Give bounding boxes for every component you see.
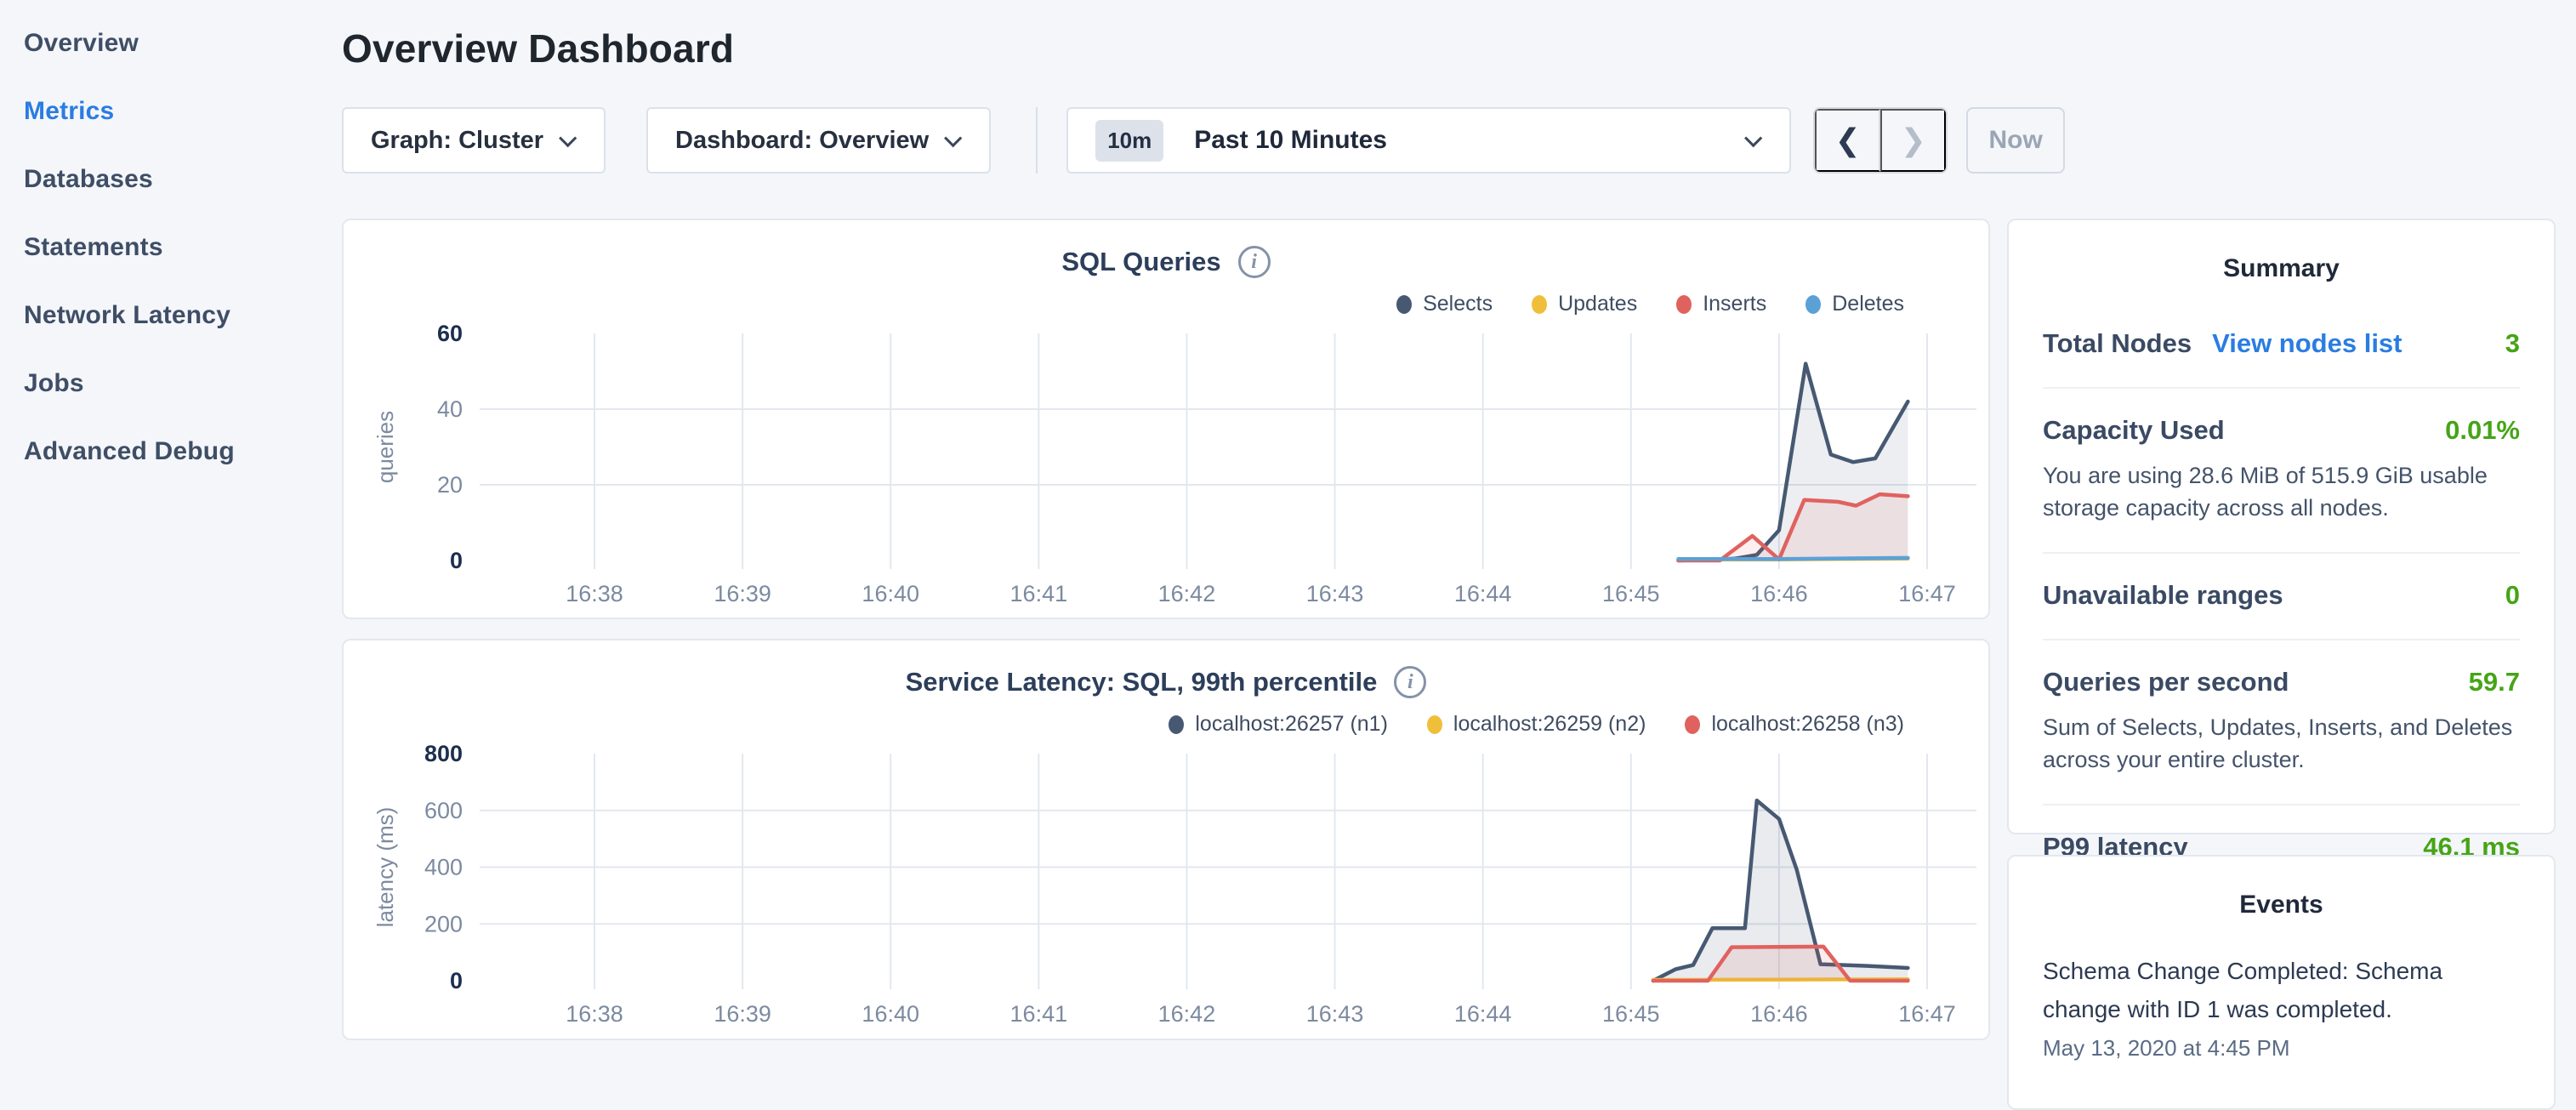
sidebar: OverviewMetricsDatabasesStatementsNetwor…	[0, 0, 342, 1051]
summary-row: Capacity Used 0.01% You are using 28.6 MiB…	[2043, 389, 2520, 554]
svg-text:16:41: 16:41	[1010, 1001, 1068, 1027]
svg-text:16:44: 16:44	[1454, 581, 1512, 606]
svg-text:queries: queries	[372, 411, 398, 483]
now-button[interactable]: Now	[1966, 107, 2065, 174]
svg-text:16:45: 16:45	[1602, 1001, 1660, 1027]
summary-heading: Summary	[2043, 220, 2520, 283]
sidebar-item-jobs[interactable]: Jobs	[0, 350, 342, 418]
chevron-down-icon	[944, 129, 962, 147]
sidebar-item-statements[interactable]: Statements	[0, 213, 342, 282]
event-timestamp: May 13, 2020 at 4:45 PM	[2043, 1035, 2520, 1062]
time-range-selector[interactable]: 10m Past 10 Minutes	[1066, 107, 1791, 174]
svg-text:16:47: 16:47	[1898, 1001, 1956, 1027]
svg-text:16:43: 16:43	[1306, 1001, 1364, 1027]
toolbar: Graph: Cluster Dashboard: Overview 10m P…	[342, 107, 2065, 174]
summary-row-description: You are using 28.6 MiB of 515.9 GiB usab…	[2043, 459, 2520, 524]
svg-text:16:42: 16:42	[1158, 581, 1216, 606]
time-step-buttons: ❮ ❯	[1813, 107, 1948, 174]
event-message: Schema Change Completed: Schema change w…	[2043, 952, 2520, 1028]
svg-text:16:42: 16:42	[1158, 1001, 1216, 1027]
sql-queries-chart: 16:38 16:39 16:40 16:41 16:42 16:43 16:44 16:45…	[344, 220, 1988, 618]
dashboard-dropdown-label: Dashboard: Overview	[675, 127, 929, 155]
page-title: Overview Dashboard	[342, 26, 734, 71]
graph-dropdown-label: Graph: Cluster	[371, 127, 543, 155]
svg-text:400: 400	[424, 855, 463, 880]
events-card: Events Schema Change Completed: Schema c…	[2007, 855, 2556, 1110]
view-nodes-list-link[interactable]: View nodes list	[2212, 328, 2402, 359]
summary-row-label: Total Nodes	[2043, 328, 2192, 359]
svg-text:200: 200	[424, 911, 463, 936]
svg-text:16:47: 16:47	[1898, 581, 1956, 606]
sidebar-item-databases[interactable]: Databases	[0, 145, 342, 213]
next-time-button[interactable]: ❯	[1880, 109, 1946, 172]
sidebar-item-network-latency[interactable]: Network Latency	[0, 282, 342, 350]
sidebar-item-metrics[interactable]: Metrics	[0, 77, 342, 145]
svg-text:latency (ms): latency (ms)	[372, 807, 398, 928]
svg-text:600: 600	[424, 798, 463, 823]
svg-text:0: 0	[450, 968, 463, 993]
service-latency-chart: 16:38 16:39 16:40 16:41 16:42 16:43 16:44 16:45…	[344, 640, 1988, 1039]
svg-text:16:46: 16:46	[1750, 1001, 1808, 1027]
summary-row: Queries per second 59.7 Sum of Selects, Up…	[2043, 640, 2520, 805]
svg-text:16:41: 16:41	[1010, 581, 1068, 606]
summary-card: Summary Total Nodes View nodes list 3 Capac…	[2007, 219, 2556, 834]
summary-row: Unavailable ranges 0	[2043, 554, 2520, 640]
time-range-badge: 10m	[1095, 120, 1163, 162]
sidebar-item-overview[interactable]: Overview	[0, 9, 342, 77]
dashboard-dropdown[interactable]: Dashboard: Overview	[646, 107, 991, 174]
svg-text:16:38: 16:38	[566, 1001, 623, 1027]
summary-row: Total Nodes View nodes list 3	[2043, 302, 2520, 389]
svg-text:20: 20	[437, 472, 463, 498]
previous-time-button[interactable]: ❮	[1815, 109, 1880, 172]
time-range-label: Past 10 Minutes	[1194, 126, 1749, 155]
summary-row-value: 0.01%	[2445, 415, 2520, 446]
toolbar-divider	[1036, 107, 1038, 174]
summary-row-value: 59.7	[2469, 667, 2520, 697]
svg-text:16:45: 16:45	[1602, 581, 1660, 606]
svg-text:16:39: 16:39	[714, 1001, 771, 1027]
summary-row-value: 3	[2505, 328, 2520, 359]
summary-row-label: Capacity Used	[2043, 415, 2225, 446]
chevron-down-icon	[559, 129, 577, 147]
summary-row-value: 0	[2505, 580, 2520, 611]
events-heading: Events	[2043, 857, 2520, 919]
svg-text:16:44: 16:44	[1454, 1001, 1512, 1027]
svg-text:800: 800	[424, 741, 463, 766]
service-latency-panel: Service Latency: SQL, 99th percentile i …	[342, 639, 1990, 1040]
svg-text:16:40: 16:40	[862, 1001, 919, 1027]
svg-text:40: 40	[437, 396, 463, 422]
sql-queries-panel: SQL Queries i SelectsUpdatesInsertsDelet…	[342, 219, 1990, 619]
summary-row-label: Unavailable ranges	[2043, 580, 2283, 611]
sidebar-item-advanced-debug[interactable]: Advanced Debug	[0, 418, 342, 486]
summary-row-label: Queries per second	[2043, 667, 2289, 697]
svg-text:16:38: 16:38	[566, 581, 623, 606]
svg-text:16:43: 16:43	[1306, 581, 1364, 606]
svg-text:16:40: 16:40	[862, 581, 919, 606]
svg-text:16:46: 16:46	[1750, 581, 1808, 606]
svg-text:0: 0	[450, 548, 463, 573]
svg-text:16:39: 16:39	[714, 581, 771, 606]
event-item: Schema Change Completed: Schema change w…	[2043, 952, 2520, 1062]
svg-text:60: 60	[437, 321, 463, 346]
graph-dropdown[interactable]: Graph: Cluster	[342, 107, 606, 174]
summary-row-description: Sum of Selects, Updates, Inserts, and De…	[2043, 711, 2520, 776]
